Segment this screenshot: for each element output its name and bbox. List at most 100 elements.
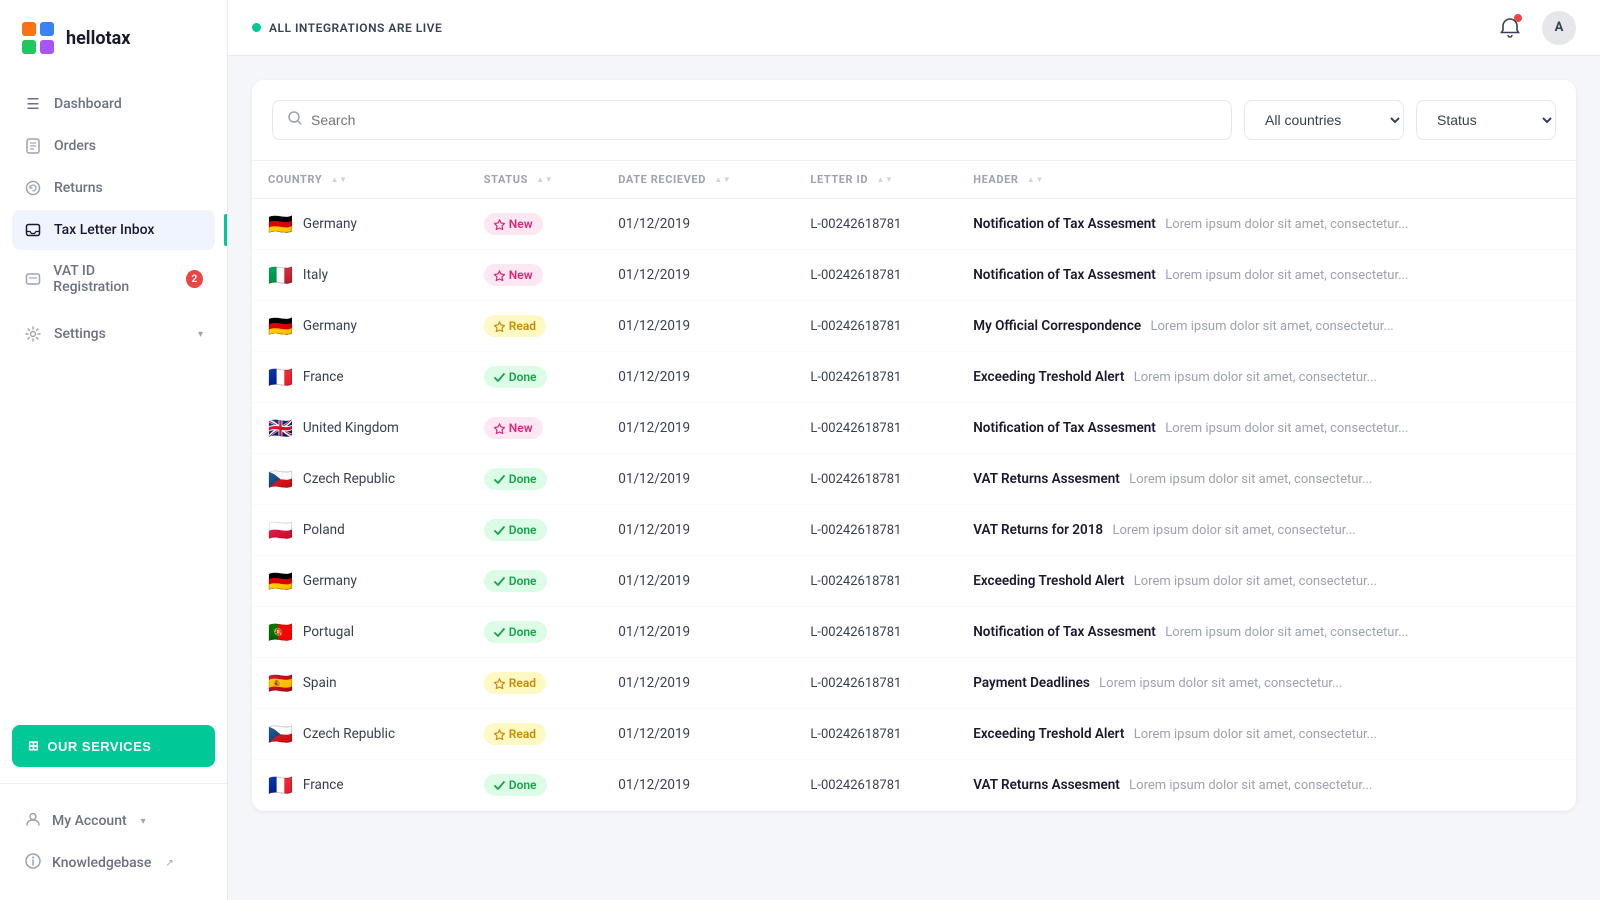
our-services-button[interactable]: ⊞ OUR SERVICES (12, 725, 215, 767)
sidebar-item-label: Settings (54, 326, 106, 342)
letter-id-cell: L-00242618781 (794, 403, 957, 454)
col-status[interactable]: STATUS ▲▼ (468, 161, 603, 199)
country-flag: 🇪🇸 (268, 673, 293, 693)
letter-id-cell: L-00242618781 (794, 301, 957, 352)
header-cell: VAT Returns Assesment Lorem ipsum dolor … (957, 454, 1576, 505)
country-flag: 🇮🇹 (268, 265, 293, 285)
status-cell: New (468, 250, 603, 301)
header-cell: Exceeding Treshold Alert Lorem ipsum dol… (957, 556, 1576, 607)
header-cell: Notification of Tax Assesment Lorem ipsu… (957, 607, 1576, 658)
sidebar-item-settings[interactable]: Settings ▾ (12, 314, 215, 354)
integration-status: ALL INTEGRATIONS ARE LIVE (252, 21, 442, 35)
status-dot (252, 23, 261, 32)
col-letter-id[interactable]: LETTER ID ▲▼ (794, 161, 957, 199)
logo-area: hellotax (0, 0, 227, 84)
letter-id-cell: L-00242618781 (794, 352, 957, 403)
country-cell: 🇩🇪 Germany (252, 556, 468, 607)
sidebar-item-tax-letter-inbox[interactable]: Tax Letter Inbox (12, 210, 215, 250)
table-row[interactable]: 🇵🇹 Portugal Done 01/12/2019 L-0024261878… (252, 607, 1576, 658)
country-name: Czech Republic (303, 471, 395, 487)
country-name: Spain (303, 675, 337, 691)
search-input[interactable] (311, 112, 1217, 128)
table-row[interactable]: 🇩🇪 Germany Done 01/12/2019 L-00242618781… (252, 556, 1576, 607)
letter-id-cell: L-00242618781 (794, 505, 957, 556)
status-badge: New (484, 417, 543, 439)
header-cell: Exceeding Treshold Alert Lorem ipsum dol… (957, 709, 1576, 760)
letter-id-cell: L-00242618781 (794, 250, 957, 301)
country-flag: 🇫🇷 (268, 775, 293, 795)
inbox-icon (24, 221, 42, 239)
sidebar: hellotax ☰ Dashboard Orders Returns Tax … (0, 0, 228, 900)
header-cell: Payment Deadlines Lorem ipsum dolor sit … (957, 658, 1576, 709)
table-row[interactable]: 🇩🇪 Germany Read 01/12/2019 L-00242618781… (252, 301, 1576, 352)
letter-id-cell: L-00242618781 (794, 658, 957, 709)
status-badge: New (484, 213, 543, 235)
sidebar-item-vat-id[interactable]: VAT ID Registration 2 (12, 252, 215, 306)
status-cell: Done (468, 607, 603, 658)
table-row[interactable]: 🇩🇪 Germany New 01/12/2019 L-00242618781 … (252, 199, 1576, 250)
my-account-item[interactable]: My Account ▾ (12, 800, 215, 842)
date-cell: 01/12/2019 (602, 301, 794, 352)
external-link-icon: ↗ (165, 858, 173, 869)
sidebar-item-label: Tax Letter Inbox (54, 222, 154, 238)
country-flag: 🇵🇹 (268, 622, 293, 642)
col-date[interactable]: DATE RECIEVED ▲▼ (602, 161, 794, 199)
status-badge: Done (484, 774, 547, 796)
date-cell: 01/12/2019 (602, 607, 794, 658)
country-name: Poland (303, 522, 345, 538)
letter-id-cell: L-00242618781 (794, 556, 957, 607)
letter-id-cell: L-00242618781 (794, 454, 957, 505)
table-wrapper: COUNTRY ▲▼ STATUS ▲▼ DATE RECIEVED ▲▼ LE… (252, 161, 1576, 811)
status-badge: Done (484, 366, 547, 388)
country-cell: 🇵🇹 Portugal (252, 607, 468, 658)
sidebar-item-dashboard[interactable]: ☰ Dashboard (12, 84, 215, 124)
date-cell: 01/12/2019 (602, 403, 794, 454)
status-filter[interactable]: Status New Read Done (1416, 100, 1556, 140)
date-cell: 01/12/2019 (602, 658, 794, 709)
header-cell: My Official Correspondence Lorem ipsum d… (957, 301, 1576, 352)
sidebar-item-returns[interactable]: Returns (12, 168, 215, 208)
country-name: Germany (303, 216, 357, 232)
content-area: All countries Germany Italy France Unite… (228, 56, 1600, 900)
date-cell: 01/12/2019 (602, 709, 794, 760)
table-row[interactable]: 🇫🇷 France Done 01/12/2019 L-00242618781 … (252, 352, 1576, 403)
status-badge: Done (484, 519, 547, 541)
date-cell: 01/12/2019 (602, 556, 794, 607)
sidebar-item-label: Orders (54, 138, 96, 154)
dashboard-icon: ☰ (24, 95, 42, 113)
country-flag: 🇬🇧 (268, 418, 293, 438)
account-chevron-icon: ▾ (141, 816, 146, 827)
country-cell: 🇵🇱 Poland (252, 505, 468, 556)
col-country[interactable]: COUNTRY ▲▼ (252, 161, 468, 199)
sidebar-item-orders[interactable]: Orders (12, 126, 215, 166)
letters-table: COUNTRY ▲▼ STATUS ▲▼ DATE RECIEVED ▲▼ LE… (252, 161, 1576, 811)
table-row[interactable]: 🇨🇿 Czech Republic Read 01/12/2019 L-0024… (252, 709, 1576, 760)
country-flag: 🇨🇿 (268, 469, 293, 489)
status-badge: Done (484, 468, 547, 490)
table-row[interactable]: 🇬🇧 United Kingdom New 01/12/2019 L-00242… (252, 403, 1576, 454)
table-row[interactable]: 🇨🇿 Czech Republic Done 01/12/2019 L-0024… (252, 454, 1576, 505)
country-cell: 🇫🇷 France (252, 760, 468, 811)
logo-icon (20, 20, 56, 56)
search-icon (287, 110, 303, 130)
settings-chevron-icon: ▾ (198, 329, 203, 340)
user-avatar[interactable]: A (1542, 11, 1576, 45)
table-row[interactable]: 🇵🇱 Poland Done 01/12/2019 L-00242618781 … (252, 505, 1576, 556)
table-row[interactable]: 🇪🇸 Spain Read 01/12/2019 L-00242618781 P… (252, 658, 1576, 709)
notification-bell-button[interactable] (1492, 10, 1528, 46)
table-row[interactable]: 🇫🇷 France Done 01/12/2019 L-00242618781 … (252, 760, 1576, 811)
col-header[interactable]: HEADER ▲▼ (957, 161, 1576, 199)
sidebar-item-label: VAT ID Registration (53, 263, 169, 295)
status-cell: Read (468, 658, 603, 709)
status-cell: Read (468, 301, 603, 352)
status-badge: Read (484, 672, 546, 694)
sidebar-item-label: Returns (54, 180, 103, 196)
date-cell: 01/12/2019 (602, 199, 794, 250)
sidebar-footer: My Account ▾ Knowledgebase ↗ (0, 783, 227, 900)
knowledgebase-item[interactable]: Knowledgebase ↗ (12, 842, 215, 884)
country-filter[interactable]: All countries Germany Italy France Unite… (1244, 100, 1404, 140)
topbar: ALL INTEGRATIONS ARE LIVE A (228, 0, 1600, 56)
table-row[interactable]: 🇮🇹 Italy New 01/12/2019 L-00242618781 No… (252, 250, 1576, 301)
date-cell: 01/12/2019 (602, 760, 794, 811)
country-name: France (303, 369, 344, 385)
